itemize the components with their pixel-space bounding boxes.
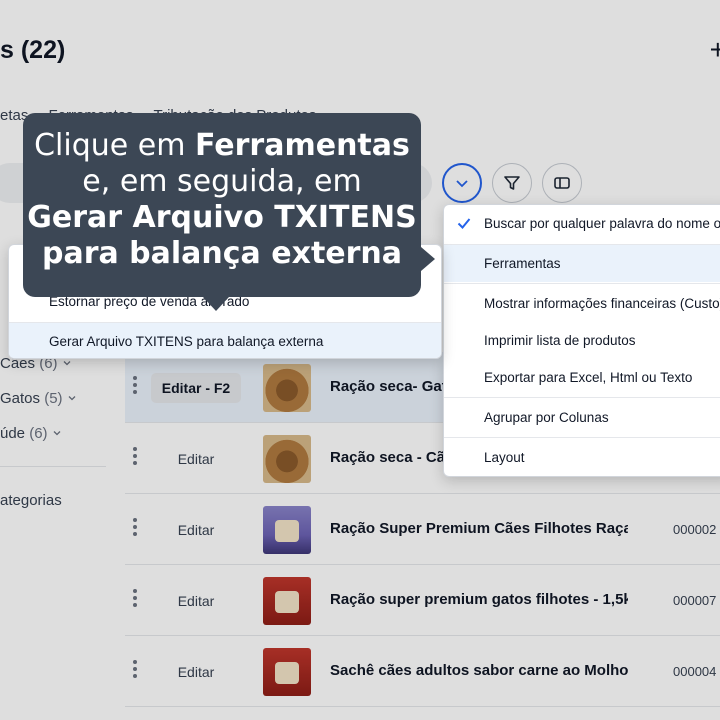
menu-divider bbox=[444, 283, 720, 284]
submenu-item-gerar-txitens[interactable]: Gerar Arquivo TXITENS para balança exter… bbox=[9, 323, 441, 358]
menu-item-layout[interactable]: Layout bbox=[444, 439, 720, 476]
tooltip-arrow-down bbox=[203, 297, 229, 311]
tooltip-line-4: para balança externa bbox=[41, 236, 403, 271]
tooltip-line-1: Clique em Ferramentas bbox=[34, 128, 410, 163]
menu-item-financeiras[interactable]: Mostrar informações financeiras (Custo) bbox=[444, 285, 720, 322]
menu-item-ferramentas[interactable]: Ferramentas bbox=[444, 245, 720, 282]
menu-item-exportar[interactable]: Exportar para Excel, Html ou Texto bbox=[444, 359, 720, 396]
tooltip-line-3: Gerar Arquivo TXITENS bbox=[27, 200, 417, 235]
menu-item-label: Ferramentas bbox=[484, 256, 561, 271]
submenu-item-label: Gerar Arquivo TXITENS para balança exter… bbox=[49, 334, 324, 349]
check-icon bbox=[457, 218, 471, 229]
menu-item-label: Buscar por qualquer palavra do nome o bbox=[484, 216, 720, 231]
menu-divider bbox=[444, 437, 720, 438]
menu-item-label: Layout bbox=[484, 450, 525, 465]
menu-item-label: Agrupar por Colunas bbox=[484, 410, 609, 425]
menu-item-label: Imprimir lista de produtos bbox=[484, 333, 636, 348]
menu-item-imprimir[interactable]: Imprimir lista de produtos bbox=[444, 322, 720, 359]
tooltip-line-2: e, em seguida, em bbox=[82, 164, 362, 199]
menu-item-label: Exportar para Excel, Html ou Texto bbox=[484, 370, 693, 385]
menu-divider bbox=[444, 397, 720, 398]
options-menu: Buscar por qualquer palavra do nome o Fe… bbox=[443, 204, 720, 477]
menu-item-buscar[interactable]: Buscar por qualquer palavra do nome o bbox=[444, 205, 720, 242]
menu-item-label: Mostrar informações financeiras (Custo) bbox=[484, 296, 720, 311]
tooltip-arrow-right bbox=[421, 247, 435, 271]
instruction-tooltip: Clique em Ferramentas e, em seguida, em … bbox=[23, 113, 421, 297]
menu-item-agrupar[interactable]: Agrupar por Colunas bbox=[444, 399, 720, 436]
